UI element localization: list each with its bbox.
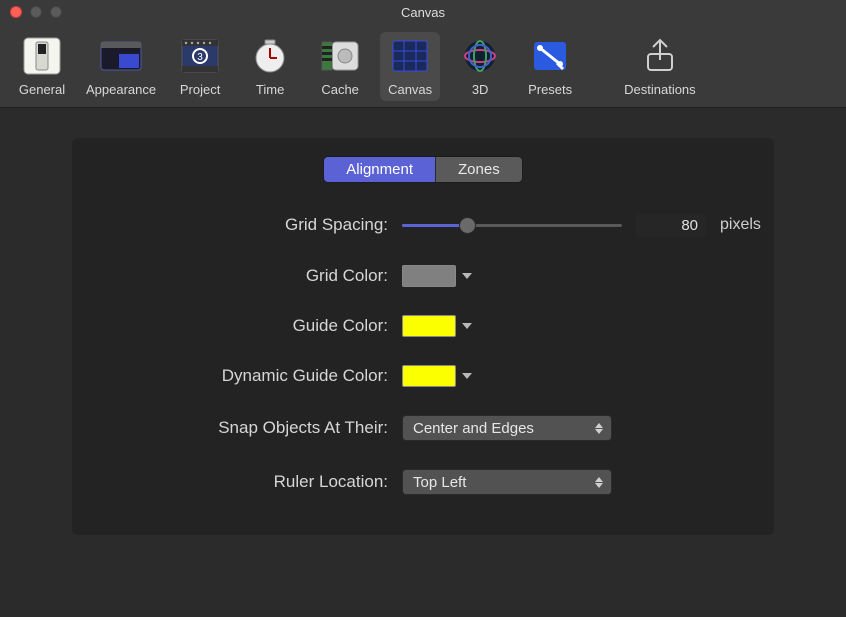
dynamic-guide-color-label: Dynamic Guide Color: (102, 366, 402, 386)
grid-spacing-unit: pixels (720, 216, 761, 234)
destinations-icon (638, 34, 682, 78)
ruler-location-label: Ruler Location: (102, 472, 402, 492)
preferences-toolbar: General Appearance 3 Project Time Cache … (0, 24, 846, 108)
grid-color-label: Grid Color: (102, 266, 402, 286)
tab-alignment[interactable]: Alignment (324, 157, 436, 182)
dynamic-guide-color-swatch[interactable] (402, 365, 456, 387)
toolbar-item-time[interactable]: Time (240, 32, 300, 101)
snap-objects-label: Snap Objects At Their: (102, 418, 402, 438)
appearance-icon (99, 34, 143, 78)
snap-objects-value: Center and Edges (413, 420, 534, 437)
presets-icon (528, 34, 572, 78)
toolbar-item-general[interactable]: General (12, 32, 72, 101)
content-area: Alignment Zones Grid Spacing: pixels Gri… (0, 108, 846, 565)
toolbar-item-3d[interactable]: 3D (450, 32, 510, 101)
dynamic-guide-color-well[interactable] (402, 365, 472, 387)
toolbar-label: General (19, 82, 65, 97)
popup-arrows-icon (595, 477, 603, 488)
snap-objects-popup[interactable]: Center and Edges (402, 415, 612, 441)
toolbar-item-canvas[interactable]: Canvas (380, 32, 440, 101)
canvas-icon (388, 34, 432, 78)
project-icon: 3 (178, 34, 222, 78)
general-icon (20, 34, 64, 78)
chevron-down-icon[interactable] (462, 323, 472, 329)
popup-arrows-icon (595, 423, 603, 434)
toolbar-label: Presets (528, 82, 572, 97)
titlebar: Canvas (0, 0, 846, 24)
svg-text:3: 3 (197, 52, 203, 63)
grid-color-well[interactable] (402, 265, 472, 287)
chevron-down-icon[interactable] (462, 273, 472, 279)
window-controls (10, 6, 62, 18)
ruler-location-popup[interactable]: Top Left (402, 469, 612, 495)
grid-spacing-label: Grid Spacing: (102, 215, 402, 235)
guide-color-swatch[interactable] (402, 315, 456, 337)
guide-color-well[interactable] (402, 315, 472, 337)
tab-zones[interactable]: Zones (436, 157, 522, 182)
toolbar-label: Cache (321, 82, 359, 97)
toolbar-label: Destinations (624, 82, 696, 97)
time-icon (248, 34, 292, 78)
canvas-tabs: Alignment Zones (323, 156, 522, 183)
canvas-settings-panel: Alignment Zones Grid Spacing: pixels Gri… (72, 138, 774, 535)
toolbar-item-project[interactable]: 3 Project (170, 32, 230, 101)
3d-icon (458, 34, 502, 78)
close-window-button[interactable] (10, 6, 22, 18)
grid-spacing-field[interactable] (636, 213, 706, 237)
slider-thumb[interactable] (459, 217, 476, 234)
grid-color-swatch[interactable] (402, 265, 456, 287)
toolbar-label: Appearance (86, 82, 156, 97)
ruler-location-value: Top Left (413, 474, 466, 491)
window-title: Canvas (401, 5, 445, 20)
toolbar-item-appearance[interactable]: Appearance (82, 32, 160, 101)
toolbar-item-cache[interactable]: Cache (310, 32, 370, 101)
minimize-window-button[interactable] (30, 6, 42, 18)
toolbar-item-presets[interactable]: Presets (520, 32, 580, 101)
zoom-window-button[interactable] (50, 6, 62, 18)
toolbar-item-destinations[interactable]: Destinations (620, 32, 700, 101)
toolbar-label: 3D (472, 82, 489, 97)
toolbar-label: Time (256, 82, 284, 97)
toolbar-label: Canvas (388, 82, 432, 97)
guide-color-label: Guide Color: (102, 316, 402, 336)
chevron-down-icon[interactable] (462, 373, 472, 379)
grid-spacing-slider[interactable] (402, 215, 622, 235)
toolbar-label: Project (180, 82, 220, 97)
cache-icon (318, 34, 362, 78)
alignment-form: Grid Spacing: pixels Grid Color: Guide C… (102, 213, 744, 495)
